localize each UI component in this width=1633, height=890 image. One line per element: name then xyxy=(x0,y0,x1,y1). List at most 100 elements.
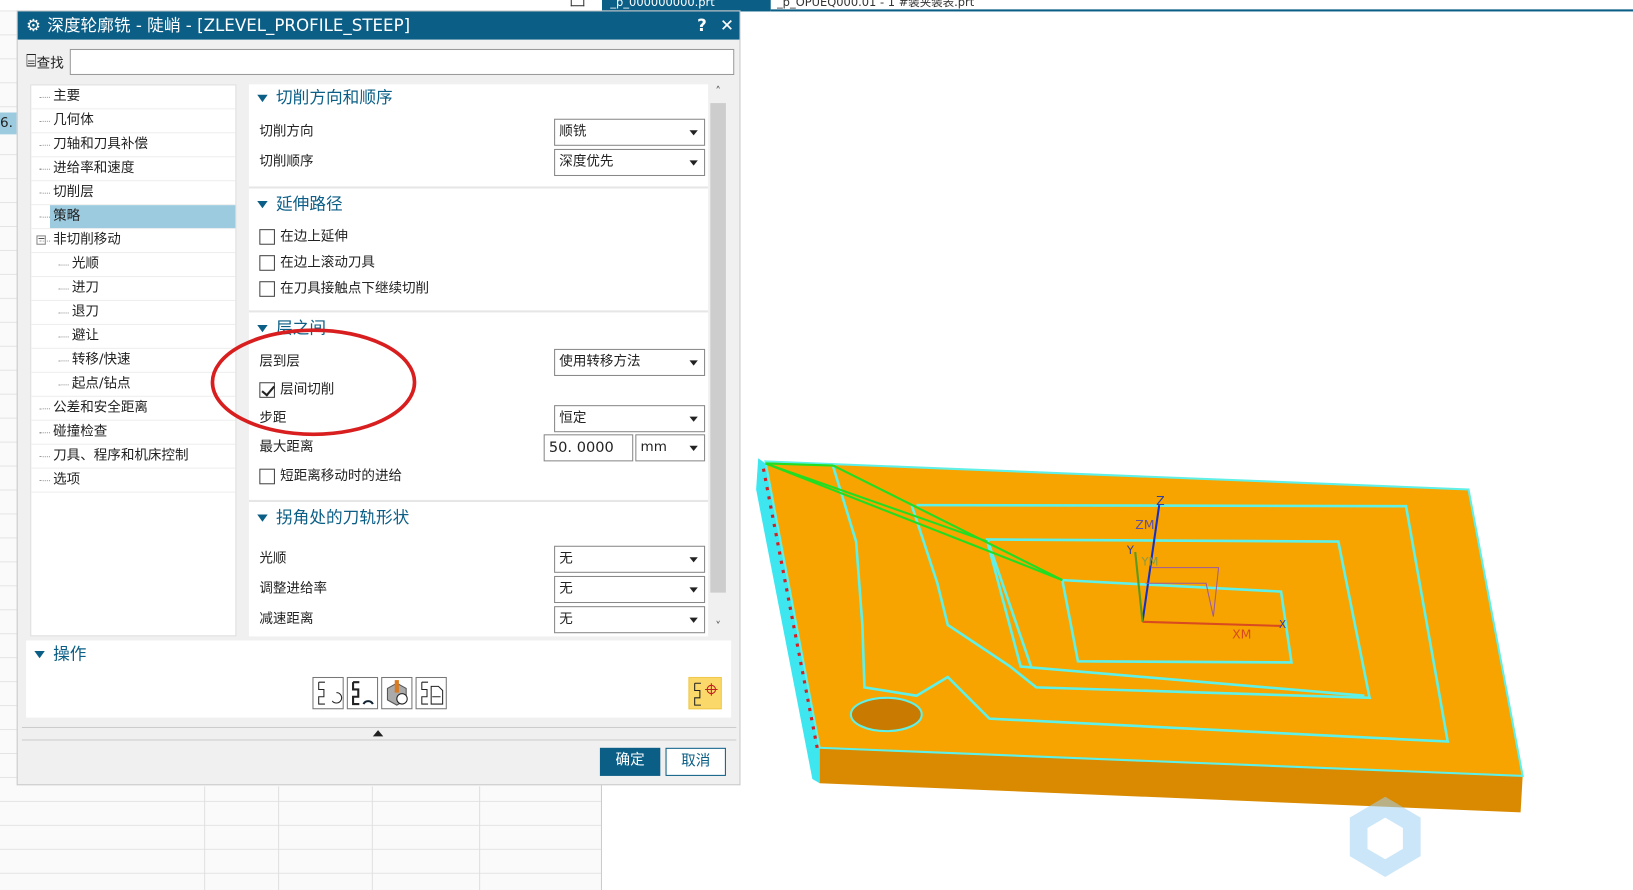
cut-order-dropdown[interactable]: 深度优先 xyxy=(554,148,706,177)
cut-direction-dropdown[interactable]: 顺铣 xyxy=(554,118,706,146)
stepover-dropdown[interactable]: 恒定 xyxy=(554,405,706,433)
close-button[interactable]: ✕ xyxy=(714,11,739,39)
verify-button[interactable] xyxy=(381,676,413,710)
tree-connector xyxy=(39,168,50,170)
unit-dropdown[interactable]: mm xyxy=(635,434,706,462)
display-button[interactable] xyxy=(688,676,722,710)
tree-item-label: 切削层 xyxy=(53,184,94,200)
grid-line xyxy=(479,786,481,890)
divider xyxy=(21,739,737,741)
search-row: ⌸ 查找 xyxy=(26,48,735,75)
scroll-thumb[interactable] xyxy=(710,103,726,593)
continue-below-contact-checkbox[interactable] xyxy=(259,281,275,297)
max-distance-label: 最大距离 xyxy=(259,439,314,456)
max-distance-input[interactable]: 50. 0000 xyxy=(543,434,634,462)
tree-item[interactable]: 进刀 xyxy=(31,277,236,301)
tree-item-label: 进刀 xyxy=(71,280,99,296)
dropdown-value: 无 xyxy=(559,611,573,627)
dropdown-value: 顺铣 xyxy=(559,123,587,140)
replay-button[interactable] xyxy=(346,676,379,710)
adjust-feed-label: 调整进给率 xyxy=(259,581,328,597)
collapse-up-icon[interactable] xyxy=(372,730,384,737)
cancel-button[interactable]: 取消 xyxy=(665,747,726,776)
level-to-level-dropdown[interactable]: 使用转移方法 xyxy=(554,348,706,376)
tree-item[interactable]: 进给率和速度 xyxy=(31,157,236,182)
graphics-viewport[interactable]: Z ZM Y YM XM X xyxy=(741,11,1633,890)
tree-item[interactable]: 切削层 xyxy=(31,181,236,206)
verify-icon xyxy=(386,680,408,706)
tree-connector xyxy=(58,360,69,362)
dropdown-value: 恒定 xyxy=(559,410,587,426)
list-button[interactable] xyxy=(415,676,447,710)
section-operations: 操作 xyxy=(26,640,732,718)
extend-at-edges-checkbox[interactable] xyxy=(259,229,275,245)
window-restore-icon[interactable] xyxy=(570,0,585,7)
tree-item-label: 策略 xyxy=(49,205,236,229)
adjust-feed-dropdown[interactable]: 无 xyxy=(554,575,706,604)
dropdown-arrow-icon xyxy=(689,617,698,623)
section-header[interactable]: 操作 xyxy=(26,641,731,670)
tree-item-label: 刀轴和刀具补偿 xyxy=(53,136,148,153)
dropdown-arrow-icon xyxy=(689,416,698,422)
tree-item[interactable]: 几何体 xyxy=(31,109,236,134)
dropdown-arrow-icon xyxy=(689,557,698,563)
section-title: 拐角处的刀轨形状 xyxy=(275,507,410,527)
dropdown-value: 无 xyxy=(559,581,573,597)
tree-connector xyxy=(39,120,50,122)
axis-ym-label: YM xyxy=(1140,555,1158,569)
tree-item[interactable]: 刀轴和刀具补偿 xyxy=(31,133,236,158)
collapse-icon xyxy=(257,94,268,103)
slowdown-dropdown[interactable]: 无 xyxy=(554,606,706,634)
dropdown-arrow-icon xyxy=(689,445,698,451)
gear-icon: ⚙ xyxy=(26,15,41,36)
axis-y-label: Y xyxy=(1126,543,1135,557)
tree-connector xyxy=(39,408,50,410)
tree-connector xyxy=(39,432,50,434)
binoculars-icon: ⌸ xyxy=(26,51,37,72)
generate-button[interactable] xyxy=(312,676,344,710)
tree-connector xyxy=(39,96,50,98)
tree-item-label: 主要 xyxy=(53,88,81,105)
slowdown-label: 减速距离 xyxy=(259,611,314,627)
scroll-down-icon[interactable]: ˅ xyxy=(708,620,728,637)
tree-item-label: 进给率和速度 xyxy=(53,160,135,177)
dialog-titlebar[interactable]: ⚙ 深度轮廓铣 - 陡峭 - [ZLEVEL_PROFILE_STEEP] ? … xyxy=(17,11,740,40)
tree-connector xyxy=(39,456,50,458)
roll-tool-over-edges-checkbox[interactable] xyxy=(259,255,275,271)
section-header[interactable]: 拐角处的刀轨形状 xyxy=(249,504,708,533)
tree-connector xyxy=(39,144,50,146)
tree-item[interactable]: 策略 xyxy=(31,205,236,230)
short-move-feed-checkbox[interactable] xyxy=(259,468,275,485)
smooth-dropdown[interactable]: 无 xyxy=(554,545,706,573)
depth-profile-milling-dialog: ⚙ 深度轮廓铣 - 陡峭 - [ZLEVEL_PROFILE_STEEP] ? … xyxy=(16,10,741,786)
section-title: 延伸路径 xyxy=(275,193,343,214)
tree-item[interactable]: 主要 xyxy=(31,85,236,110)
ok-button[interactable]: 确定 xyxy=(599,747,661,776)
checkbox-label: 短距离移动时的进给 xyxy=(280,468,403,485)
scroll-up-icon[interactable]: ˄ xyxy=(708,84,728,101)
tab-assembly-file[interactable]: _p_OPUEQ000.01 - 1 #装夹装表.prt xyxy=(777,0,1058,9)
section-title: 切削方向和顺序 xyxy=(275,87,393,108)
tree-item[interactable]: − 非切削移动 xyxy=(31,229,236,254)
tree-item[interactable]: 退刀 xyxy=(31,301,236,325)
tree-item[interactable]: 光顺 xyxy=(31,253,236,278)
tree-item[interactable]: 刀具、程序和机床控制 xyxy=(31,445,236,469)
tree-item-label: 刀具、程序和机床控制 xyxy=(53,447,189,464)
generate-icon xyxy=(318,681,343,705)
search-input[interactable] xyxy=(70,48,735,75)
dropdown-value: 无 xyxy=(559,550,573,567)
tree-item-label: 几何体 xyxy=(53,112,94,129)
grid-line xyxy=(204,786,206,890)
cut-direction-label: 切削方向 xyxy=(259,123,314,140)
tree-item[interactable]: 选项 xyxy=(31,469,236,493)
section-header[interactable]: 延伸路径 xyxy=(249,191,708,220)
panel-scrollbar[interactable]: ˄ ˅ xyxy=(708,84,729,637)
section-cut-direction: 切削方向和顺序 切削方向 顺铣 切削顺序 深度优先 xyxy=(248,84,709,189)
display-icon xyxy=(694,682,718,706)
tree-connector xyxy=(58,312,69,314)
help-button[interactable]: ? xyxy=(689,11,714,39)
divider xyxy=(21,726,737,729)
section-header[interactable]: 切削方向和顺序 xyxy=(249,84,708,113)
dropdown-value: 使用转移方法 xyxy=(559,354,641,370)
tree-connector xyxy=(58,264,69,266)
